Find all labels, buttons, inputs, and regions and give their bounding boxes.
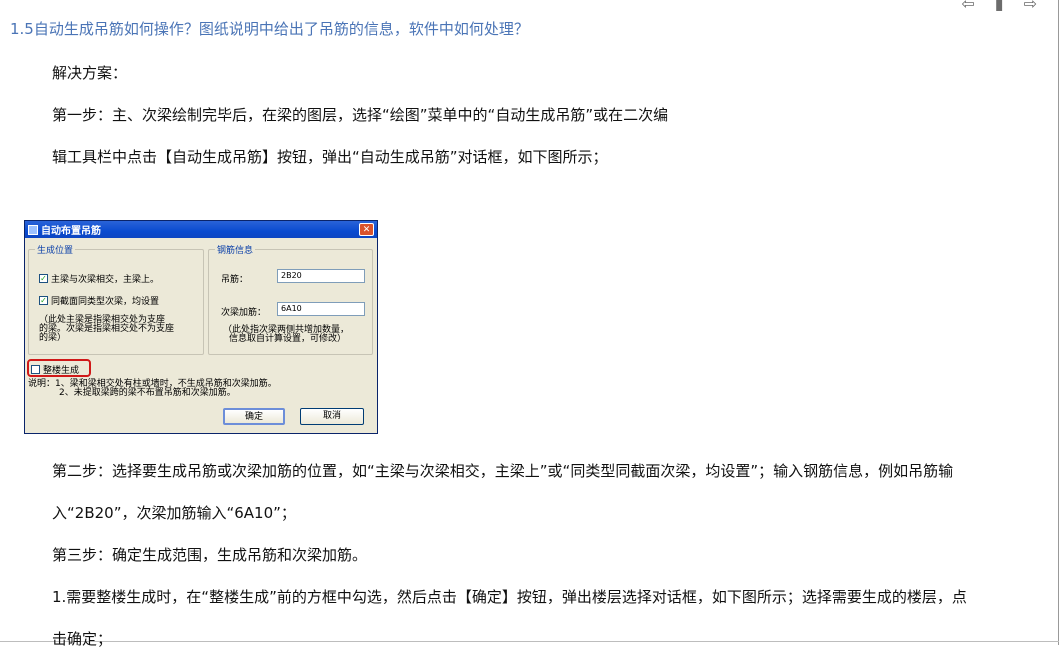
secondary-rebar-label: 次梁加筋： bbox=[221, 308, 267, 318]
rebar-group: 钢筋信息 吊筋： 2B20 次梁加筋： 6A10 （此处指次梁两侧共增加数量， … bbox=[208, 243, 373, 355]
dialog-title: 自动布置吊筋 bbox=[41, 226, 101, 237]
position-group: 生成位置 ✓ 主梁与次梁相交，主梁上。 ✓ 同截面同类型次梁，均设置 （此处主梁… bbox=[28, 243, 204, 355]
page-bottom-divider bbox=[0, 641, 1059, 642]
option-same-beam-row[interactable]: ✓ 同截面同类型次梁，均设置 bbox=[39, 294, 159, 307]
bookmark-icon[interactable]: ▮ bbox=[995, 0, 1004, 13]
hanger-input[interactable]: 2B20 bbox=[277, 269, 365, 283]
item1-line2: 击确定； bbox=[52, 630, 113, 648]
forward-arrow-icon[interactable]: ⇨ bbox=[1024, 0, 1037, 13]
dialog-titlebar: 自动布置吊筋 ✕ bbox=[25, 221, 377, 238]
position-group-title: 生成位置 bbox=[35, 243, 76, 256]
close-icon[interactable]: ✕ bbox=[359, 223, 374, 236]
item1-line1: 1.需要整楼生成时，在“整楼生成”前的方框中勾选，然后点击【确定】按钮，弹出楼层… bbox=[52, 588, 967, 606]
top-nav: ⇦ ▮ ⇨ bbox=[961, 0, 1037, 13]
rebar-group-title: 钢筋信息 bbox=[215, 243, 256, 256]
remark-line2: 2、未提取梁跨的梁不布置吊筋和次梁加筋。 bbox=[59, 388, 236, 398]
cancel-button[interactable]: 取消 bbox=[300, 408, 364, 425]
step1-line2: 辑工具栏中点击【自动生成吊筋】按钮，弹出“自动生成吊筋”对话框，如下图所示； bbox=[52, 148, 608, 166]
ok-button[interactable]: 确定 bbox=[223, 408, 285, 425]
step1-line1: 第一步：主、次梁绘制完毕后，在梁的图层，选择“绘图”菜单中的“自动生成吊筋”或在… bbox=[52, 106, 669, 124]
step2-line2: 入“2B20”，次梁加筋输入“6A10”； bbox=[52, 504, 296, 522]
solution-label: 解决方案： bbox=[52, 64, 128, 82]
app-icon bbox=[28, 224, 38, 235]
rebar-note-line2: 信息取自计算设置，可修改） bbox=[229, 334, 347, 344]
option-same-beam-label: 同截面同类型次梁，均设置 bbox=[51, 297, 160, 307]
step3-line: 第三步：确定生成范围，生成吊筋和次梁加筋。 bbox=[52, 546, 368, 564]
section-heading: 1.5自动生成吊筋如何操作？图纸说明中给出了吊筋的信息，软件中如何处理？ bbox=[10, 20, 529, 38]
secondary-rebar-input[interactable]: 6A10 bbox=[277, 302, 365, 316]
hanger-label: 吊筋： bbox=[221, 275, 249, 285]
position-note-line3: 的梁） bbox=[39, 333, 67, 343]
whole-building-highlight bbox=[27, 359, 91, 377]
option-same-beam-checkbox[interactable]: ✓ bbox=[39, 296, 48, 305]
option-main-beam-row[interactable]: ✓ 主梁与次梁相交，主梁上。 bbox=[39, 272, 159, 285]
option-main-beam-checkbox[interactable]: ✓ bbox=[39, 274, 48, 283]
option-main-beam-label: 主梁与次梁相交，主梁上。 bbox=[51, 275, 160, 285]
auto-hanger-dialog: 自动布置吊筋 ✕ 生成位置 ✓ 主梁与次梁相交，主梁上。 ✓ 同截面同类型次梁，… bbox=[24, 220, 378, 434]
step2-line1: 第二步：选择要生成吊筋或次梁加筋的位置，如“主梁与次梁相交，主梁上”或“同类型同… bbox=[52, 462, 954, 480]
back-arrow-icon[interactable]: ⇦ bbox=[961, 0, 974, 13]
